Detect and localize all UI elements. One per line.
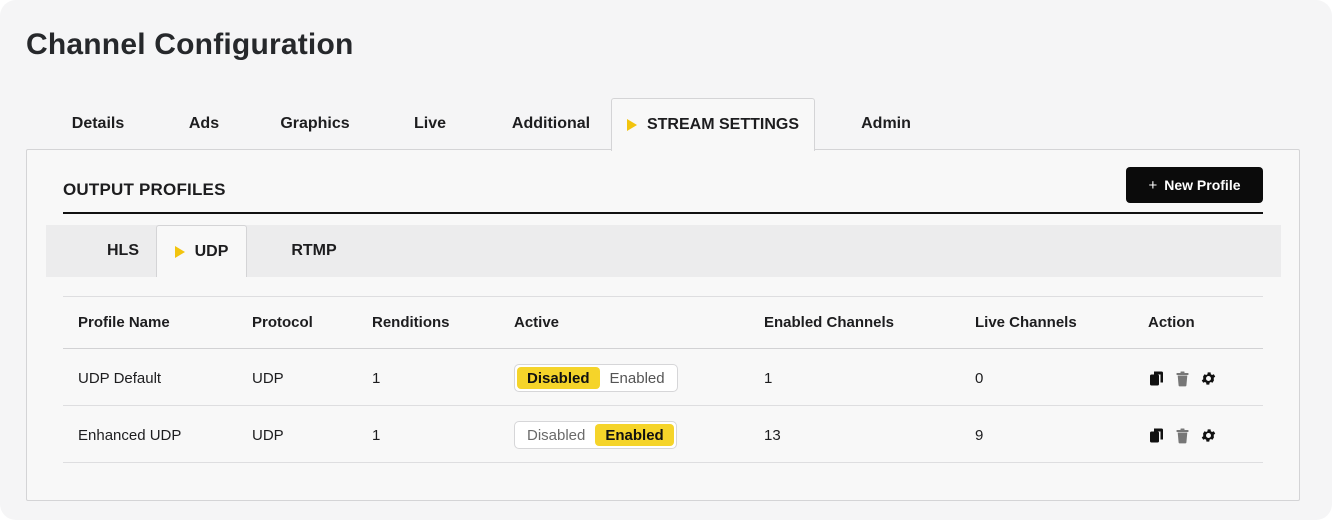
trash-icon[interactable] [1174,427,1191,444]
trash-icon[interactable] [1174,370,1191,387]
header-active: Active [514,314,560,331]
profile-name: Enhanced UDP [78,426,182,444]
profiles-table: Profile Name Protocol Renditions Active … [63,296,1263,463]
tab-ads[interactable]: Ads [174,98,234,150]
enabled-channels: 1 [764,369,773,387]
live-channels: 9 [975,426,984,444]
tab-admin[interactable]: Admin [849,98,923,150]
table-row: UDP Default UDP 1 Disabled Enabled 1 0 [63,349,1263,406]
gear-icon[interactable] [1200,427,1217,444]
tab-live[interactable]: Live [400,98,460,150]
header-enabled-channels: Enabled Channels [764,314,895,331]
tab-additional[interactable]: Additional [500,98,602,150]
main-tab-bar: Details Ads Graphics Live Additional STR… [26,98,1300,151]
copy-icon[interactable] [1148,427,1165,444]
active-cell: Disabled Enabled [514,349,678,405]
toggle-disabled-option[interactable]: Disabled [517,367,600,389]
renditions: 1 [372,426,381,444]
app-frame: Channel Configuration Details Ads Graphi… [0,0,1332,520]
page-title: Channel Configuration [26,28,354,61]
toggle-enabled-option[interactable]: Enabled [600,367,675,389]
protocol: UDP [252,426,284,444]
new-profile-label: New Profile [1164,177,1241,193]
active-toggle: Disabled Enabled [514,364,678,392]
subtab-rtmp[interactable]: RTMP [282,225,346,277]
profile-name: UDP Default [78,369,162,387]
toggle-enabled-option[interactable]: Enabled [595,424,674,446]
enabled-channels: 13 [764,426,781,444]
copy-icon[interactable] [1148,370,1165,387]
table-header-row: Profile Name Protocol Renditions Active … [63,297,1263,349]
section-divider [63,212,1263,214]
action-cell [1148,406,1217,462]
new-profile-button[interactable]: + New Profile [1126,167,1263,203]
table-row: Enhanced UDP UDP 1 Disabled Enabled 13 9 [63,406,1263,463]
header-action: Action [1148,314,1195,331]
active-cell: Disabled Enabled [514,406,677,462]
active-toggle: Disabled Enabled [514,421,677,449]
tab-details[interactable]: Details [52,98,144,150]
toggle-disabled-option[interactable]: Disabled [517,424,595,446]
live-channels: 0 [975,369,984,387]
header-live-channels: Live Channels [975,314,1077,331]
subtab-hls[interactable]: HLS [88,225,158,277]
section-title: OUTPUT PROFILES [63,180,226,199]
gear-icon[interactable] [1200,370,1217,387]
tab-graphics[interactable]: Graphics [264,98,366,150]
header-profile-name: Profile Name [78,314,170,331]
renditions: 1 [372,369,381,387]
row-actions [1148,370,1217,387]
plus-icon: + [1148,176,1158,194]
subtab-udp[interactable]: UDP [156,225,247,277]
row-actions [1148,427,1217,444]
tab-stream-settings[interactable]: STREAM SETTINGS [611,98,815,151]
header-protocol: Protocol [252,314,313,331]
action-cell [1148,349,1217,405]
header-renditions: Renditions [372,314,450,331]
tab-stream-settings-label: STREAM SETTINGS [646,116,799,133]
play-triangle-icon [174,245,185,258]
protocol: UDP [252,369,284,387]
protocol-tab-bar: HLS UDP RTMP [46,225,1281,277]
subtab-udp-label: UDP [194,242,229,260]
play-triangle-icon [626,119,637,131]
stream-settings-panel: OUTPUT PROFILES + New Profile HLS UDP RT… [26,149,1300,501]
